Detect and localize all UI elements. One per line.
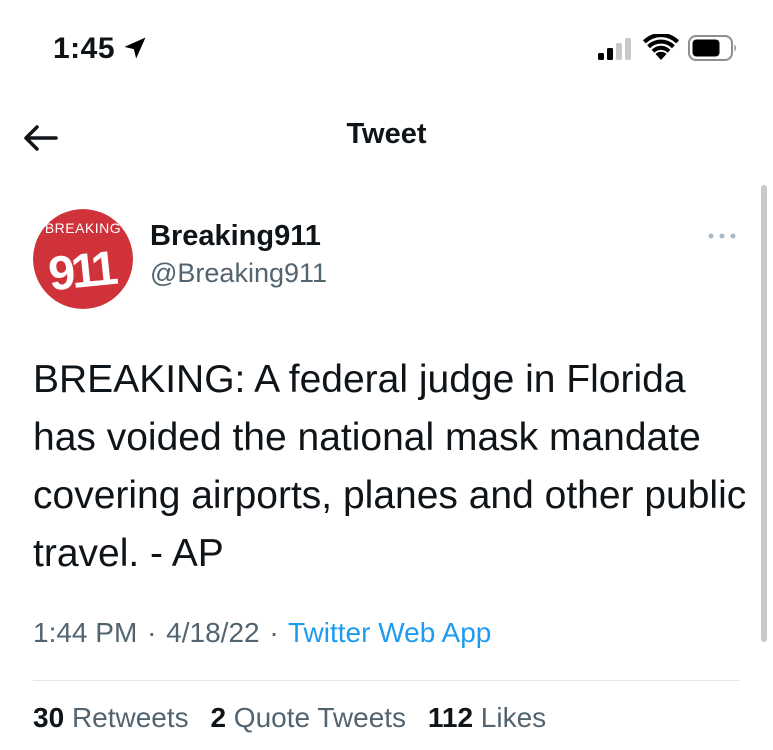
- quote-tweets-label: Quote Tweets: [233, 702, 407, 733]
- tweet-date: 4/18/22: [166, 617, 260, 648]
- ellipsis-icon[interactable]: [706, 228, 738, 244]
- scrollbar[interactable]: [761, 185, 767, 642]
- cellular-signal-icon: [598, 38, 631, 60]
- meta-separator: ·: [269, 617, 279, 648]
- quote-tweets-count: 2: [210, 702, 227, 733]
- svg-text:BREAKING: BREAKING: [45, 220, 121, 236]
- likes-stat[interactable]: 112 Likes: [428, 702, 546, 733]
- status-bar: 1:45: [0, 0, 773, 96]
- tweet-text: BREAKING: A federal judge in Florida has…: [33, 358, 747, 575]
- navigation-header: Tweet: [0, 96, 773, 180]
- wifi-icon: [643, 34, 679, 60]
- page-title: Tweet: [346, 118, 427, 150]
- tweet-stats: 30 Retweets 2 Quote Tweets 112 Likes: [33, 702, 560, 734]
- divider: [33, 680, 740, 681]
- breaking911-logo-icon: BREAKING 911: [33, 209, 133, 309]
- author-handle[interactable]: @Breaking911: [150, 258, 327, 289]
- likes-label: Likes: [480, 702, 547, 733]
- retweets-stat[interactable]: 30 Retweets: [33, 702, 189, 733]
- status-time: 1:45: [53, 32, 116, 65]
- author-name[interactable]: Breaking911: [150, 220, 321, 253]
- meta-separator: ·: [147, 617, 157, 648]
- svg-text:911: 911: [46, 242, 120, 302]
- tweet-meta: 1:44 PM · 4/18/22 · Twitter Web App: [33, 617, 491, 649]
- tweet-source-link[interactable]: Twitter Web App: [288, 617, 491, 648]
- retweets-label: Retweets: [71, 702, 189, 733]
- likes-count: 112: [427, 702, 474, 733]
- location-arrow-icon: [124, 37, 146, 59]
- battery-icon: [688, 35, 736, 61]
- avatar[interactable]: BREAKING 911: [33, 209, 133, 309]
- quote-tweets-stat[interactable]: 2 Quote Tweets: [210, 702, 406, 733]
- tweet-time: 1:44 PM: [33, 617, 138, 648]
- retweets-count: 30: [33, 702, 65, 733]
